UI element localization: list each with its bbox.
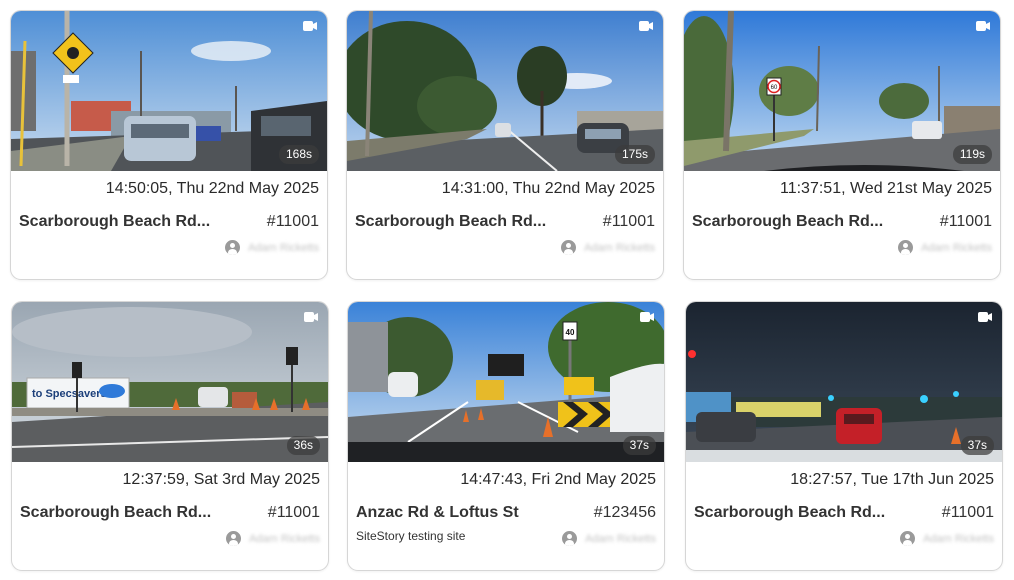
user-info: Adam Ricketts	[900, 531, 994, 546]
user-name: Adam Ricketts	[585, 532, 656, 545]
video-thumbnail[interactable]: 37s	[686, 302, 1002, 462]
user-circle-icon	[225, 240, 241, 255]
recording-timestamp: 12:37:59, Sat 3rd May 2025	[122, 471, 320, 488]
duration-badge: 37s	[960, 436, 994, 455]
user-info: Adam Ricketts	[226, 531, 320, 546]
recording-timestamp: 14:47:43, Fri 2nd May 2025	[460, 471, 656, 488]
user-name: Adam Ricketts	[584, 241, 655, 254]
user-info: Adam Ricketts	[562, 531, 656, 546]
recording-card[interactable]: 37s 18:27:57, Tue 17th Jun 2025 Scarboro…	[685, 301, 1003, 571]
video-camera-icon	[303, 21, 317, 31]
recording-card[interactable]: to Specsavers 36s 12:37:59, Sat 3rd May …	[11, 301, 329, 571]
video-thumbnail[interactable]: 175s	[347, 11, 663, 171]
user-circle-icon	[900, 531, 916, 546]
recording-card[interactable]: 168s 14:50:05, Thu 22nd May 2025 Scarbor…	[10, 10, 328, 280]
user-info: Adam Ricketts	[898, 240, 992, 255]
recording-card[interactable]: 40 37s 14:47:43, Fri 2nd May 2025 Anzac …	[347, 301, 665, 571]
user-name: Adam Ricketts	[249, 532, 320, 545]
project-number: #11001	[267, 504, 320, 521]
location-name: Anzac Rd & Loftus St	[356, 504, 519, 521]
location-name: Scarborough Beach Rd...	[355, 213, 547, 230]
user-name: Adam Ricketts	[923, 532, 994, 545]
video-camera-icon	[640, 312, 654, 322]
video-camera-icon	[976, 21, 990, 31]
duration-badge: 37s	[622, 436, 656, 455]
video-camera-icon	[639, 21, 653, 31]
user-circle-icon	[226, 531, 242, 546]
duration-badge: 175s	[614, 145, 655, 164]
duration-badge: 168s	[278, 145, 319, 164]
user-info: Adam Ricketts	[225, 240, 319, 255]
recording-timestamp: 14:50:05, Thu 22nd May 2025	[105, 180, 319, 197]
user-name: Adam Ricketts	[921, 241, 992, 254]
user-circle-icon	[561, 240, 577, 255]
project-number: #123456	[593, 504, 656, 521]
project-number: #11001	[266, 213, 319, 230]
location-name: Scarborough Beach Rd...	[19, 213, 211, 230]
video-camera-icon	[978, 312, 992, 322]
video-camera-icon	[304, 312, 318, 322]
user-circle-icon	[898, 240, 914, 255]
duration-badge: 119s	[952, 145, 992, 164]
recording-timestamp: 11:37:51, Wed 21st May 2025	[780, 180, 992, 197]
user-circle-icon	[562, 531, 578, 546]
speed-sign-text: 40	[566, 328, 575, 337]
project-number: #11001	[941, 504, 994, 521]
billboard-text: to Specsavers	[32, 388, 107, 400]
recording-timestamp: 14:31:00, Thu 22nd May 2025	[441, 180, 655, 197]
recording-card[interactable]: 60 119s 11:37:51, Wed 21st May 2025 Scar…	[683, 10, 1001, 280]
video-thumbnail[interactable]: 168s	[11, 11, 327, 171]
project-number: #11001	[939, 213, 992, 230]
duration-badge: 36s	[286, 436, 320, 455]
location-name: Scarborough Beach Rd...	[692, 213, 884, 230]
video-thumbnail[interactable]: 40 37s	[348, 302, 664, 462]
speed-sign-text: 60	[771, 85, 778, 91]
location-name: Scarborough Beach Rd...	[694, 504, 886, 521]
user-name: Adam Ricketts	[248, 241, 319, 254]
project-number: #11001	[602, 213, 655, 230]
user-info: Adam Ricketts	[561, 240, 655, 255]
video-thumbnail[interactable]: to Specsavers 36s	[12, 302, 328, 462]
recording-card[interactable]: 175s 14:31:00, Thu 22nd May 2025 Scarbor…	[346, 10, 664, 280]
recording-timestamp: 18:27:57, Tue 17th Jun 2025	[790, 471, 994, 488]
site-name: SiteStory testing site	[356, 529, 466, 543]
location-name: Scarborough Beach Rd...	[20, 504, 212, 521]
video-thumbnail[interactable]: 60 119s	[684, 11, 1000, 171]
